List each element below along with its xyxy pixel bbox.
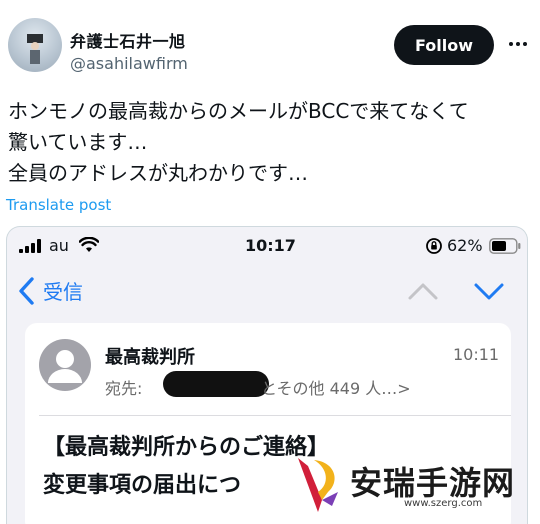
chevron-up-icon[interactable]	[407, 279, 439, 303]
status-bar: au 10:17 62%	[7, 227, 527, 265]
orientation-lock-icon	[426, 238, 442, 254]
more-horizontal-icon[interactable]	[508, 38, 528, 50]
status-time: 10:17	[245, 236, 296, 255]
signal-icon	[19, 239, 41, 253]
mail-nav-bar: 受信	[7, 265, 527, 319]
author-handle[interactable]: @asahilawfirm	[70, 54, 188, 73]
tweet-line: 驚いています…	[8, 130, 148, 154]
avatar-figure-icon	[27, 34, 43, 64]
recipient-label: 宛先:	[105, 379, 143, 398]
chevron-down-icon[interactable]	[473, 279, 505, 303]
tweet-line: 全員のアドレスが丸わかりです…	[8, 161, 308, 185]
translate-post-link[interactable]: Translate post	[6, 196, 111, 214]
watermark-url: www.szerg.com	[404, 498, 483, 509]
tweet-line: ホンモノの最高裁からのメールがBCCで来てなくて	[8, 99, 469, 123]
chevron-left-icon[interactable]	[17, 276, 35, 306]
battery-icon	[489, 238, 521, 254]
tweet-text: ホンモノの最高裁からのメールがBCCで来てなくて 驚いています… 全員のアドレス…	[8, 96, 532, 189]
battery-percent: 62%	[447, 236, 483, 255]
mail-time: 10:11	[453, 345, 500, 364]
watermark-logo	[298, 458, 338, 512]
author-avatar[interactable]	[8, 18, 62, 72]
redacted-address	[163, 371, 269, 397]
mail-subject-continued: 変更事項の届出につ	[43, 473, 242, 498]
recipients-others[interactable]: とその他 449 人…>	[261, 375, 411, 399]
wifi-icon	[79, 237, 99, 252]
sender-name[interactable]: 最高裁判所	[105, 343, 195, 369]
back-to-inbox-button[interactable]: 受信	[43, 276, 83, 305]
author-name[interactable]: 弁護士石井一旭	[70, 28, 186, 52]
mail-subject: 【最高裁判所からのご連絡】	[43, 435, 330, 460]
divider	[39, 415, 511, 416]
follow-button[interactable]: Follow	[394, 25, 494, 65]
carrier-label: au	[49, 236, 69, 255]
contact-avatar-icon	[39, 339, 91, 391]
